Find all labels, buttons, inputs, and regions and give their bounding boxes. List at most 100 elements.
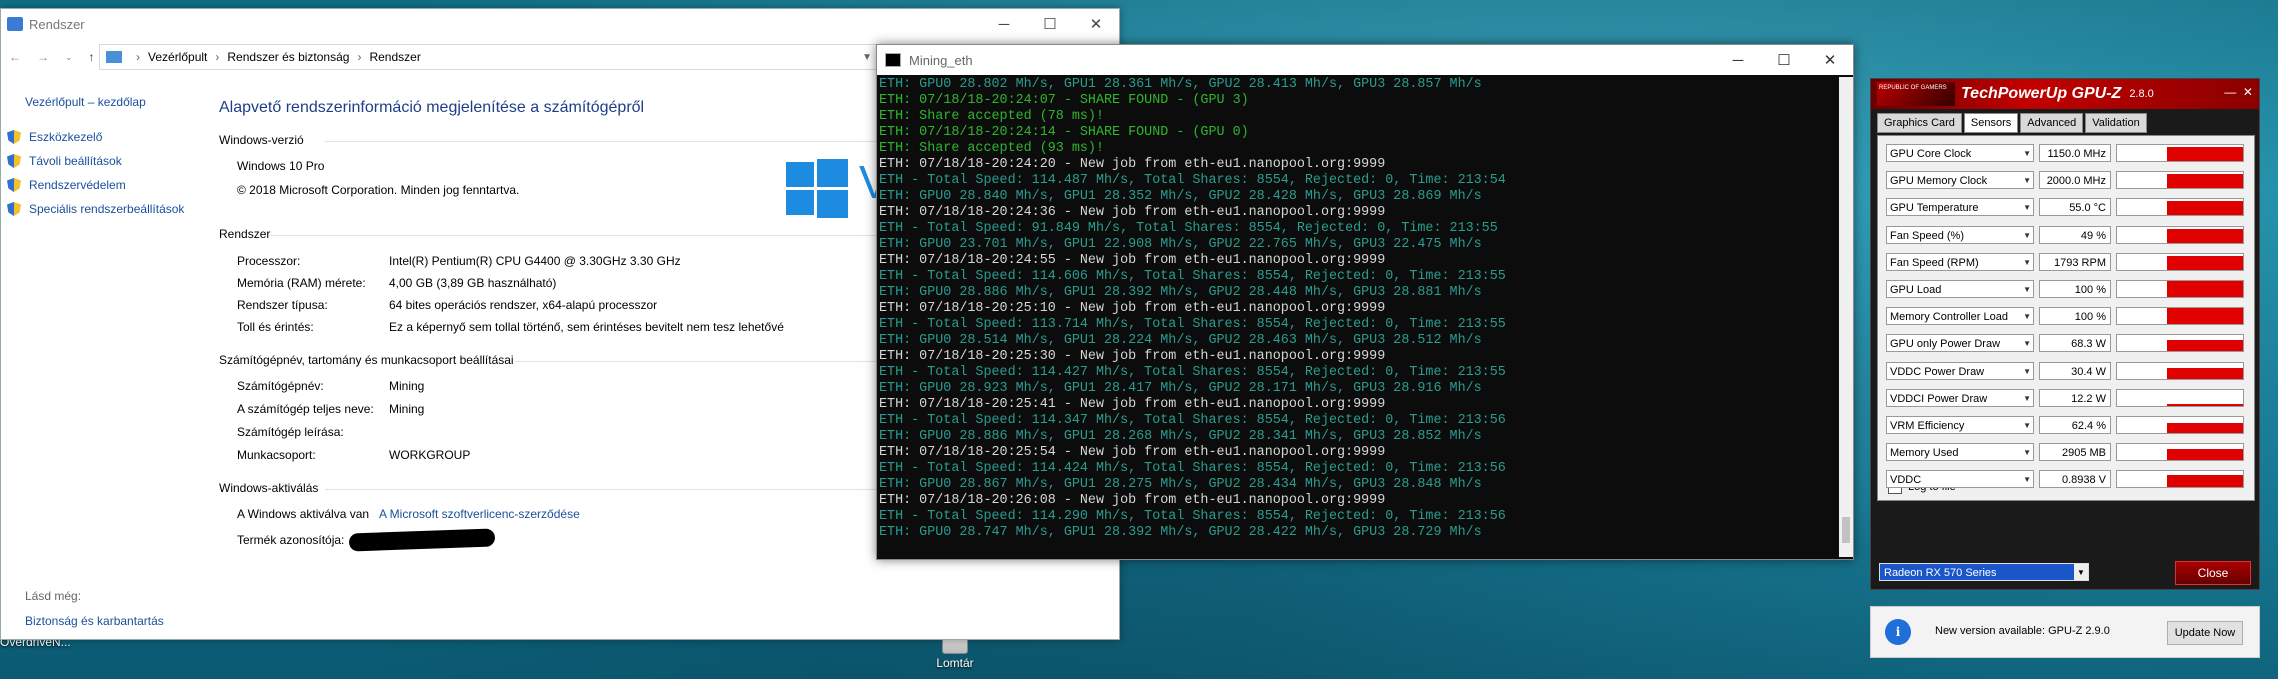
divider [325,141,965,142]
console-line: ETH: Share accepted (93 ms)! [879,141,1104,156]
row-label: Munkacsoport: [237,448,316,462]
divider [271,235,965,236]
update-message: New version available: GPU-Z 2.9.0 [1935,625,2110,637]
maximize-button[interactable]: ☐ [1761,45,1807,75]
sidebar-item-label: Eszközkezelő [29,130,103,144]
tab-graphics-card[interactable]: Graphics Card [1877,113,1962,133]
close-button[interactable]: Close [2175,561,2251,585]
sensor-name-select[interactable]: Fan Speed (%) ▼ [1886,225,2034,245]
gpu-select-value: Radeon RX 570 Series [1884,567,1997,579]
sidebar-item-device-manager[interactable]: Eszközkezelő [7,130,102,144]
sensor-value: 55.0 °C [2039,198,2111,217]
address-bar[interactable]: › Vezérlőpult › Rendszer és biztonság › … [99,44,879,70]
row-value: WORKGROUP [389,448,471,462]
sensor-name-select[interactable]: VDDC Power Draw ▼ [1886,361,2034,381]
sensor-name-select[interactable]: GPU Temperature ▼ [1886,198,2034,217]
console-line: ETH: GPU0 28.886 Mh/s, GPU1 28.392 Mh/s,… [879,285,1482,300]
computer-name-section: Számítógépnév, tartomány és munkacsoport… [219,353,965,367]
tab-validation[interactable]: Validation [2085,113,2147,133]
sensor-graph [2116,416,2244,434]
sensor-row: GPU Temperature ▼ 55.0 °C [1886,198,2246,218]
forward-arrow-icon[interactable]: → [37,50,49,64]
chevron-down-icon[interactable]: ▼ [2023,254,2031,272]
breadcrumb-system[interactable]: Rendszer [369,50,420,64]
update-now-button[interactable]: Update Now [2167,621,2243,645]
sidebar-item-advanced-settings[interactable]: Speciális rendszerbeállítások [7,202,184,216]
sensor-name-select[interactable]: GPU Load ▼ [1886,280,2034,298]
close-button[interactable]: ✕ [1073,9,1119,39]
chevron-down-icon[interactable]: ▼ [2023,417,2031,435]
console-line: ETH - Total Speed: 91.849 Mh/s, Total Sh… [879,221,1498,236]
sensor-name: GPU Core Clock [1890,148,1972,160]
chevron-down-icon[interactable]: ▼ [2023,145,2031,163]
sensor-row: VDDC Power Draw ▼ 30.4 W [1886,361,2246,382]
scrollbar-thumb[interactable] [1842,517,1850,543]
sensor-name-select[interactable]: Memory Used ▼ [1886,443,2034,462]
sensor-graph-bar [2167,449,2243,461]
chevron-down-icon[interactable]: ▼ [2023,281,2031,299]
tab-advanced[interactable]: Advanced [2020,113,2084,133]
breadcrumb-control-panel[interactable]: Vezérlőpult [148,50,207,64]
computer-icon [106,51,122,63]
sensors-panel: Log to file GPU Core Clock▼1150.0 MHzGPU… [1877,135,2255,501]
sensor-name-select[interactable]: VDDCI Power Draw ▼ [1886,388,2034,408]
sensor-value: 100 % [2039,307,2111,326]
gpu-select[interactable]: Radeon RX 570 Series ▼ [1879,563,2089,581]
console-line: ETH: 07/18/18-20:26:08 - New job from et… [879,493,1386,508]
sensor-row: Memory Controller Load ▼ 100 % [1886,307,2246,327]
chevron-down-icon[interactable]: ▼ [2023,471,2031,489]
shield-icon [7,178,21,192]
sensor-graph-bar [2167,147,2243,161]
close-icon[interactable]: — ✕ [2224,85,2253,99]
console-line: ETH: 07/18/18-20:24:36 - New job from et… [879,205,1386,220]
sensor-row: GPU Load ▼ 100 % [1886,280,2246,300]
back-arrow-icon[interactable]: ← [9,50,21,64]
security-maintenance-link[interactable]: Biztonság és karbantartás [25,614,164,628]
scrollbar[interactable] [1839,77,1853,557]
sensor-graph [2116,361,2244,380]
sensor-name-select[interactable]: Memory Controller Load ▼ [1886,307,2034,326]
console-line: ETH: 07/18/18-20:25:10 - New job from et… [879,301,1386,316]
minimize-button[interactable]: ─ [981,9,1027,39]
console-line: ETH: GPU0 28.747 Mh/s, GPU1 28.392 Mh/s,… [879,525,1482,540]
sensor-name-select[interactable]: GPU Memory Clock ▼ [1886,171,2034,190]
console-line: ETH: 07/18/18-20:24:20 - New job from et… [879,157,1386,172]
up-arrow-icon[interactable]: ↑ [89,50,95,64]
sensor-value: 2905 MB [2039,443,2111,462]
chevron-down-icon[interactable]: ▼ [2074,564,2088,580]
sidebar-home-link[interactable]: Vezérlőpult – kezdőlap [25,95,146,109]
console-line: ETH: 07/18/18-20:24:55 - New job from et… [879,253,1386,268]
sensor-graph [2116,144,2244,162]
console-line: ETH: Share accepted (78 ms)! [879,109,1104,124]
chevron-down-icon[interactable]: ▼ [2023,363,2031,381]
update-notification: i New version available: GPU-Z 2.9.0 Upd… [1870,606,2260,658]
chevron-down-icon[interactable]: ▼ [2023,335,2031,353]
sidebar-item-system-protection[interactable]: Rendszervédelem [7,178,126,192]
chevron-down-icon[interactable]: ▼ [2023,199,2031,217]
sidebar-item-remote-settings[interactable]: Távoli beállítások [7,154,122,168]
maximize-button[interactable]: ☐ [1027,9,1073,39]
sensor-name-select[interactable]: GPU Core Clock ▼ [1886,144,2034,162]
breadcrumb-chevron-icon: › [357,50,362,64]
sensor-value: 62.4 % [2039,416,2111,434]
license-link[interactable]: A Microsoft szoftverlicenc-szerződése [379,507,580,521]
sensor-name-select[interactable]: VDDC ▼ [1886,470,2034,489]
sensor-name-select[interactable]: VRM Efficiency ▼ [1886,416,2034,434]
sensor-name-select[interactable]: Fan Speed (RPM) ▼ [1886,252,2034,272]
close-button[interactable]: ✕ [1807,45,1853,75]
breadcrumb-system-security[interactable]: Rendszer és biztonság [227,50,349,64]
address-dropdown-icon[interactable]: ▼ [862,52,872,63]
chevron-down-icon[interactable]: ▼ [2023,172,2031,190]
sensor-name-select[interactable]: GPU only Power Draw ▼ [1886,334,2034,353]
chevron-down-icon[interactable]: ▼ [2023,390,2031,408]
tab-sensors[interactable]: Sensors [1963,113,2019,133]
recent-chevron-icon[interactable]: ⌄ [65,52,73,63]
sensor-graph-bar [2167,403,2243,406]
console-icon [885,53,901,67]
chevron-down-icon[interactable]: ▼ [2023,444,2031,462]
minimize-button[interactable]: ─ [1715,45,1761,75]
chevron-down-icon[interactable]: ▼ [2023,227,2031,245]
sensor-graph-bar [2167,475,2243,488]
sensor-graph [2116,280,2244,298]
chevron-down-icon[interactable]: ▼ [2023,308,2031,326]
